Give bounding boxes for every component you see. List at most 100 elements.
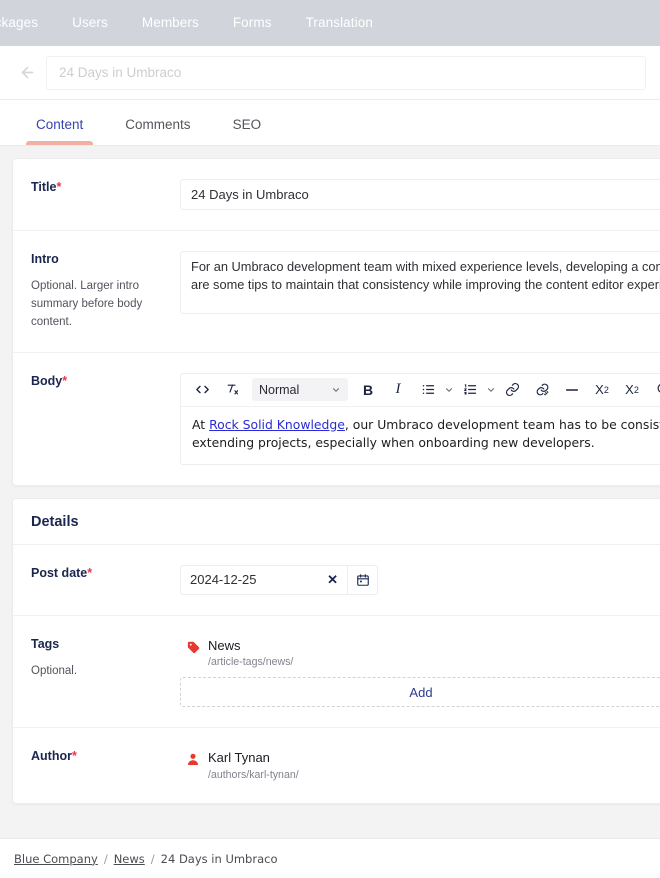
label-post-date-text: Post date [31,565,88,580]
label-body: Body* [31,373,166,389]
tab-comments[interactable]: Comments [115,117,200,145]
breadcrumb-separator: / [150,851,155,866]
user-icon [180,749,206,767]
app-root: Packages Users Members Forms Translation… [0,0,660,878]
author-path: /authors/karl-tynan/ [208,768,299,781]
content-scroll-area: Title* Intro Optional. Larger intro summ… [0,146,660,878]
nav-item-members[interactable]: Members [125,0,216,46]
label-author-text: Author [31,749,72,764]
label-body-text: Body [31,373,63,388]
property-tags: Tags Optional. News /article-tags/news/ … [13,616,660,729]
property-intro-label-col: Intro Optional. Larger intro summary bef… [31,251,180,332]
breadcrumb-separator: / [103,851,108,866]
property-title: Title* [13,159,660,231]
label-tags: Tags [31,636,60,651]
label-intro: Intro [31,252,59,266]
horizontal-rule-icon[interactable] [560,378,584,402]
author-name: Karl Tynan [208,750,270,766]
date-input[interactable]: 2024-12-25 ✕ [180,564,348,595]
property-post-date-label-col: Post date* [31,565,180,595]
unlink-icon[interactable] [530,378,554,402]
property-title-label-col: Title* [31,179,180,210]
intro-textarea[interactable]: For an Umbraco development team with mix… [180,251,660,314]
required-indicator: * [87,565,93,580]
rte-content-area[interactable]: At Rock Solid Knowledge, our Umbraco dev… [181,407,660,464]
list-item[interactable]: Karl Tynan /authors/karl-tynan/ [180,748,660,783]
style-select-value: Normal [259,382,300,397]
superscript-icon[interactable]: X2 [620,378,644,402]
breadcrumb-item-current: 24 Days in Umbraco [160,851,278,866]
property-intro-field: For an Umbraco development team with mix… [180,251,660,332]
property-author-label-col: Author* [31,748,180,783]
list-item[interactable]: News /article-tags/news/ [180,636,660,671]
property-body: Body* Normal B I X 2 X 2 At Rock Solid K… [13,353,660,485]
source-code-icon[interactable] [190,378,214,402]
required-indicator: * [71,749,77,764]
anchor-icon[interactable] [650,378,660,402]
italic-button[interactable]: I [386,378,410,402]
rock-solid-knowledge-link[interactable]: Rock Solid Knowledge [209,417,345,432]
label-title-text: Title [31,180,57,194]
tags-picker: News /article-tags/news/ Add [180,636,660,708]
numbered-list-chevron-down-icon[interactable] [486,385,496,395]
content-card: Title* Intro Optional. Larger intro summ… [12,158,660,486]
author-picker: Karl Tynan /authors/karl-tynan/ [180,748,660,783]
body-text-before-link: At [192,416,210,432]
property-title-field [180,179,660,210]
document-title-input[interactable] [46,55,646,90]
property-intro: Intro Optional. Larger intro summary bef… [13,231,660,353]
breadcrumb-item-news[interactable]: News [114,852,145,866]
property-author-field: Karl Tynan /authors/karl-tynan/ [180,748,660,783]
tag-icon [180,637,206,655]
clear-formatting-icon[interactable] [220,378,244,402]
bold-button[interactable]: B [356,378,380,402]
breadcrumb-item-blue-company[interactable]: Blue Company [14,852,98,866]
nav-item-packages[interactable]: Packages [0,0,55,46]
chevron-down-icon [332,387,340,392]
property-post-date-field: 2024-12-25 ✕ [180,564,660,595]
title-input[interactable] [180,179,660,210]
property-body-field: Normal B I X 2 X 2 At Rock Solid Knowled… [180,372,660,465]
close-icon[interactable]: ✕ [321,572,338,588]
property-tags-field: News /article-tags/news/ Add [180,636,660,708]
required-indicator: * [62,373,68,388]
nav-item-forms[interactable]: Forms [216,0,289,46]
details-card: Details Post date* 2024-12-25 ✕ Tags Opt… [12,497,660,804]
arrow-left-icon[interactable] [14,60,40,86]
add-tag-button[interactable]: Add [180,677,660,708]
property-post-date: Post date* 2024-12-25 ✕ [13,545,660,616]
property-author: Author* Karl Tynan /authors/karl-tynan/ [13,728,660,803]
nav-item-users[interactable]: Users [55,0,125,46]
details-card-header: Details [13,499,660,545]
title-bar [0,46,660,100]
label-author: Author* [31,748,166,764]
style-select[interactable]: Normal [252,378,348,402]
tab-content[interactable]: Content [26,117,94,145]
subscript-icon[interactable]: X2 [590,378,614,402]
calendar-icon[interactable] [348,564,378,595]
bullet-list-icon[interactable] [416,378,440,402]
description-tags: Optional. [31,664,78,677]
required-indicator: * [56,180,62,194]
tab-bar: Content Comments SEO [0,100,660,146]
tab-seo[interactable]: SEO [223,117,272,145]
property-tags-label-col: Tags Optional. [31,636,180,708]
date-picker: 2024-12-25 ✕ [180,564,660,595]
list-item-text: News /article-tags/news/ [206,637,293,669]
date-value: 2024-12-25 [190,572,257,588]
tag-path: /article-tags/news/ [208,656,294,669]
rich-text-editor: Normal B I X 2 X 2 At Rock Solid Knowled… [180,372,660,465]
link-icon[interactable] [500,378,524,402]
numbered-list-icon[interactable] [458,378,482,402]
description-intro: Optional. Larger intro summary before bo… [31,280,143,328]
bullet-list-chevron-down-icon[interactable] [444,385,454,395]
label-title: Title* [31,179,166,195]
list-item-text: Karl Tynan /authors/karl-tynan/ [206,749,299,781]
label-post-date: Post date* [31,565,166,581]
property-body-label-col: Body* [31,373,180,465]
top-navigation: Packages Users Members Forms Translation [0,0,660,46]
nav-item-translation[interactable]: Translation [289,0,390,46]
tag-name: News [208,637,241,653]
breadcrumb: Blue Company / News / 24 Days in Umbraco [0,838,660,878]
rte-toolbar: Normal B I X 2 X 2 [181,374,660,407]
